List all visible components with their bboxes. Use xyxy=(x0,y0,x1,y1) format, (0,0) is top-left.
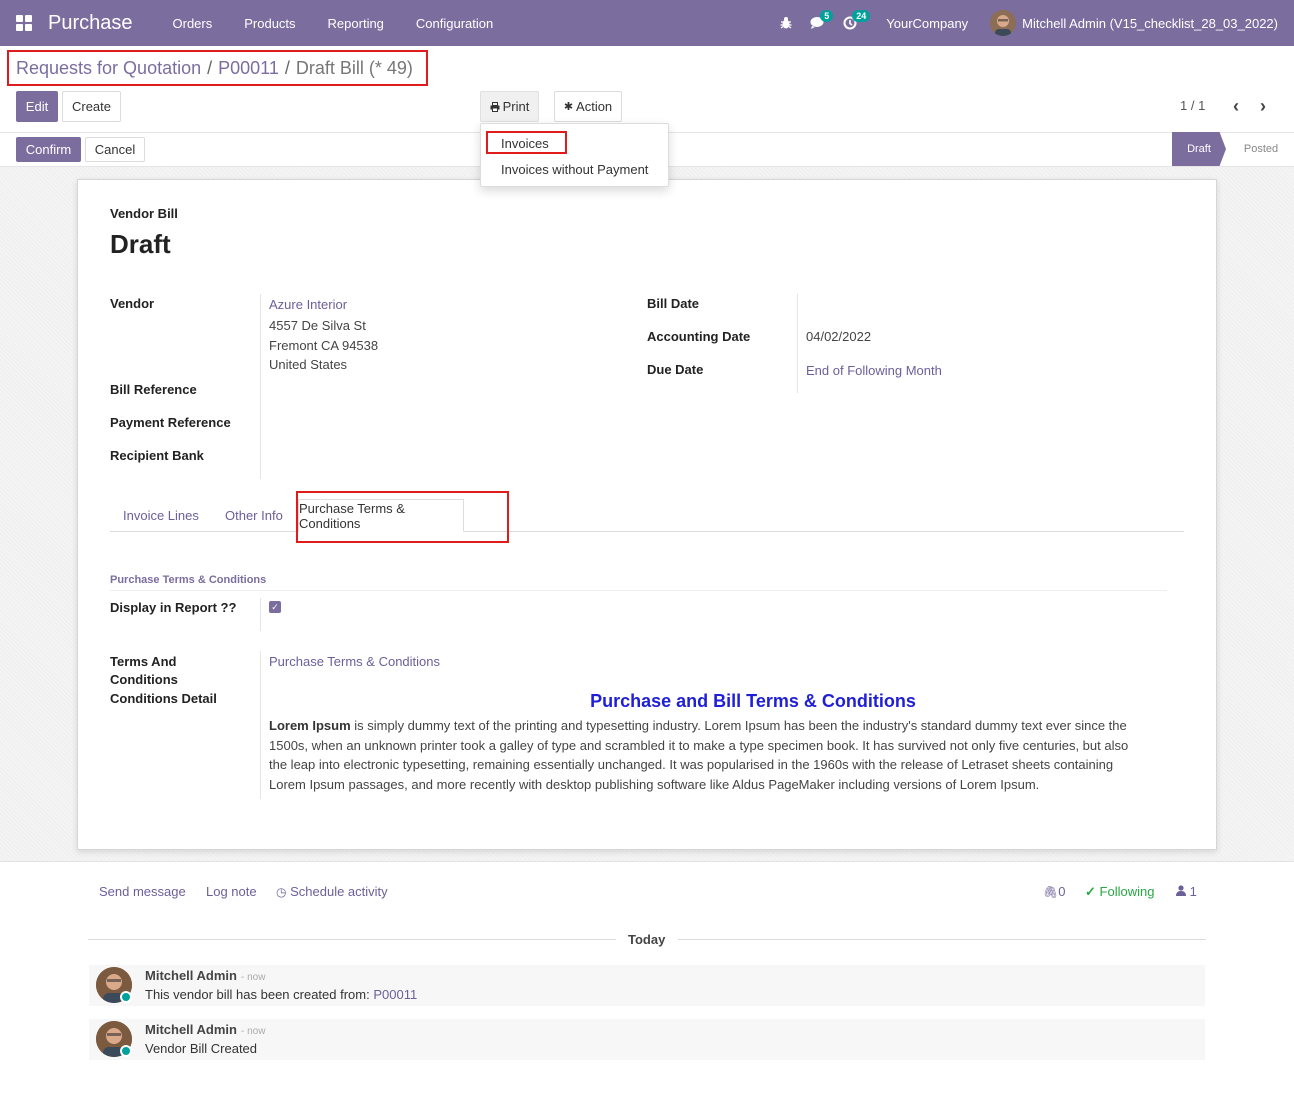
gear-icon: ✱ xyxy=(563,101,574,113)
due-date-value[interactable]: End of Following Month xyxy=(806,363,942,378)
following-button[interactable]: ✓ Following xyxy=(1085,884,1154,900)
label-conditions-detail: Conditions Detail xyxy=(110,691,217,706)
label-vendor: Vendor xyxy=(110,296,155,311)
check-icon: ✓ xyxy=(1085,884,1096,899)
top-navbar: Purchase Orders Products Reporting Confi… xyxy=(0,0,1294,46)
print-invoices-without-payment-item[interactable]: Invoices without Payment xyxy=(501,162,648,177)
chatter-message: Mitchell Admin - now Vendor Bill Created xyxy=(89,1019,1205,1060)
attachments-count: 0 xyxy=(1058,884,1066,899)
followers-count: 1 xyxy=(1189,884,1197,899)
label-terms-and-conditions: Terms And Conditions xyxy=(110,654,178,687)
schedule-activity-label: Schedule activity xyxy=(290,884,388,899)
stage-posted[interactable]: Posted xyxy=(1228,132,1294,166)
menu-products[interactable]: Products xyxy=(228,16,311,31)
pager-value[interactable]: 1 / 1 xyxy=(1180,98,1205,113)
highlight-breadcrumb xyxy=(7,50,428,86)
print-label: Print xyxy=(502,99,530,114)
document-title: Draft xyxy=(110,229,171,259)
online-status-icon xyxy=(120,1045,132,1057)
cancel-button[interactable]: Cancel xyxy=(85,137,145,162)
date-divider-label: Today xyxy=(628,932,666,947)
action-button[interactable]: ✱ Action xyxy=(554,91,622,122)
tab-invoice-lines[interactable]: Invoice Lines xyxy=(123,508,199,523)
message-author[interactable]: Mitchell Admin xyxy=(145,1022,237,1037)
clock-icon: ◷ xyxy=(276,885,287,899)
message-author[interactable]: Mitchell Admin xyxy=(145,968,237,983)
tab-other-info[interactable]: Other Info xyxy=(225,508,283,523)
activities-icon[interactable]: 24 xyxy=(834,0,871,46)
message-text: Vendor Bill Created xyxy=(145,1041,258,1056)
label-accounting-date: Accounting Date xyxy=(647,329,751,344)
display-in-report-checkbox[interactable]: ✓ xyxy=(269,601,281,613)
terms-detail-text: Lorem Ipsum is simply dummy text of the … xyxy=(269,716,1139,794)
attachments-button[interactable]: 🖇0 xyxy=(1043,884,1065,899)
user-icon xyxy=(1176,885,1186,896)
print-button[interactable]: Print xyxy=(480,91,539,122)
company-switcher[interactable]: YourCompany xyxy=(866,16,990,31)
accounting-date-value[interactable]: 04/02/2022 xyxy=(806,329,871,344)
action-label: Action xyxy=(576,99,613,114)
terms-value-link[interactable]: Purchase Terms & Conditions xyxy=(269,654,440,669)
user-menu[interactable]: Mitchell Admin (V15_checklist_28_03_2022… xyxy=(990,10,1294,36)
vendor-city: Fremont CA 94538 xyxy=(269,338,379,353)
followers-button[interactable]: 1 xyxy=(1176,884,1197,899)
terms-heading: Purchase and Bill Terms & Conditions xyxy=(590,691,916,711)
user-name: Mitchell Admin (V15_checklist_28_03_2022… xyxy=(1022,15,1278,31)
highlight-terms-tab xyxy=(296,491,509,543)
tabs-divider xyxy=(110,531,1184,532)
terms-bold-text: Lorem Ipsum xyxy=(269,718,351,733)
pager-previous-icon[interactable]: ‹ xyxy=(1228,96,1244,116)
activities-badge: 24 xyxy=(852,10,871,22)
message-date: - now xyxy=(240,972,266,983)
label-display-in-report: Display in Report ?? xyxy=(110,600,237,615)
field-divider xyxy=(260,294,261,479)
menu-reporting[interactable]: Reporting xyxy=(312,16,400,31)
field-divider xyxy=(797,294,798,393)
section-title: Purchase Terms & Conditions xyxy=(110,574,267,586)
message-text: This vendor bill has been created from: xyxy=(145,987,374,1002)
vendor-name-link[interactable]: Azure Interior xyxy=(269,297,347,312)
date-divider-line xyxy=(88,939,616,940)
chatter-message: Mitchell Admin - now This vendor bill has… xyxy=(89,965,1205,1006)
section-divider xyxy=(110,590,1167,591)
pager-next-icon[interactable]: › xyxy=(1255,96,1271,116)
vendor-street: 4557 De Silva St xyxy=(269,318,366,333)
log-note-button[interactable]: Log note xyxy=(206,884,257,899)
label-due-date: Due Date xyxy=(647,362,704,377)
user-avatar xyxy=(990,10,1017,36)
edit-button[interactable]: Edit xyxy=(16,91,58,122)
menu-configuration[interactable]: Configuration xyxy=(400,16,509,31)
highlight-invoices-item xyxy=(486,131,567,154)
label-bill-reference: Bill Reference xyxy=(110,382,197,397)
message-header: Mitchell Admin - now xyxy=(145,1022,265,1037)
document-subtitle: Vendor Bill xyxy=(110,206,178,221)
stage-draft[interactable]: Draft xyxy=(1172,132,1226,166)
menu-orders[interactable]: Orders xyxy=(157,16,229,31)
confirm-button[interactable]: Confirm xyxy=(16,137,81,162)
following-label: Following xyxy=(1099,884,1155,899)
field-divider xyxy=(260,598,261,631)
online-status-icon xyxy=(120,991,132,1003)
message-body: This vendor bill has been created from: … xyxy=(145,987,417,1002)
apps-menu-icon[interactable] xyxy=(0,0,48,46)
bug-icon[interactable] xyxy=(770,0,802,46)
messages-badge: 5 xyxy=(820,10,834,22)
create-button[interactable]: Create xyxy=(62,91,121,122)
message-date: - now xyxy=(240,1026,266,1037)
label-payment-reference: Payment Reference xyxy=(110,415,231,430)
label-bill-date: Bill Date xyxy=(647,296,700,311)
schedule-activity-button[interactable]: ◷ Schedule activity xyxy=(276,884,388,899)
date-divider-line xyxy=(678,939,1206,940)
messages-icon[interactable]: 5 xyxy=(802,0,834,46)
message-po-link[interactable]: P00011 xyxy=(373,987,417,1002)
app-brand[interactable]: Purchase xyxy=(48,12,133,35)
print-icon xyxy=(490,101,500,112)
terms-body-text: is simply dummy text of the printing and… xyxy=(269,718,1129,792)
paperclip-icon: 🖇 xyxy=(1043,885,1059,899)
message-header: Mitchell Admin - now xyxy=(145,968,265,983)
send-message-button[interactable]: Send message xyxy=(99,884,186,899)
vendor-country: United States xyxy=(269,357,348,372)
field-divider xyxy=(260,651,261,799)
label-recipient-bank: Recipient Bank xyxy=(110,448,204,463)
